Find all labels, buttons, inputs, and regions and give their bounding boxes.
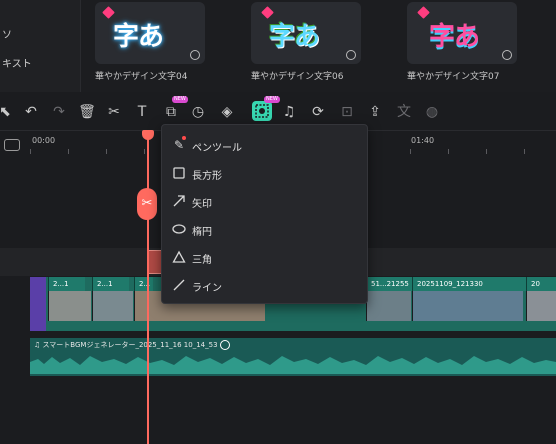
library-sidebar: ソ キスト (0, 0, 81, 92)
playhead[interactable] (147, 138, 149, 444)
sidebar-item-text[interactable]: キスト (2, 55, 32, 70)
new-badge: NEW (264, 96, 280, 103)
new-badge: NEW (172, 96, 188, 103)
shape-tool-menu: ✎ ペンツール 長方形 矢印 楕円 三角 ライン (161, 124, 368, 304)
translate-icon[interactable]: 文 (395, 103, 413, 121)
effects-library-panel: ソ キスト 字あ 華やかデザイン文字04 字あ 華やかデザイン文字06 字あ 華… (0, 0, 556, 92)
ruler-time-start: 00:00 (32, 136, 56, 145)
download-icon[interactable] (502, 50, 512, 60)
export-frame-icon[interactable]: ⇪ (366, 103, 384, 121)
menu-item-label: 三角 (192, 255, 212, 266)
clip-thumbnail (412, 291, 523, 321)
palette-icon[interactable]: ◍ (423, 103, 441, 121)
text-icon[interactable]: T (133, 103, 151, 121)
audio-clip-label: ♫ スマートBGMジェネレーター_2025_11_16 10_14_53 (34, 340, 230, 350)
menu-item-label: ライン (192, 283, 222, 294)
premium-gem-icon (417, 6, 430, 19)
clip-thumbnail (92, 291, 133, 321)
title-template-card[interactable]: 字あ (407, 2, 517, 64)
audio-waveform (30, 356, 556, 374)
pen-tool-icon: ✎ (173, 138, 185, 152)
menu-item-label: 矢印 (192, 199, 212, 210)
video-clip[interactable]: 2...1 (92, 277, 129, 291)
title-preview-art: 字あ (113, 22, 164, 52)
video-clip[interactable]: 20251109_121330 (412, 277, 527, 291)
triangle-icon (172, 250, 186, 264)
title-preview-art: 字あ (429, 22, 480, 52)
sidebar-item-partial[interactable]: ソ (2, 26, 12, 41)
speed-icon[interactable]: ◷ (189, 103, 207, 121)
clip-thumbnail (366, 291, 411, 321)
mask-icon[interactable] (252, 101, 272, 121)
video-clip[interactable]: 51...21255 (366, 277, 413, 291)
menu-item-triangle[interactable]: 三角 (162, 243, 367, 271)
select-icon[interactable]: ⬉ (0, 103, 14, 121)
clip-thumbnail (48, 291, 91, 321)
template-caption: 華やかデザイン文字07 (407, 72, 500, 82)
rectangle-icon (172, 166, 186, 180)
music-note-icon: ♫ (34, 341, 43, 349)
download-icon[interactable] (346, 50, 356, 60)
video-clip[interactable]: 20 (526, 277, 556, 291)
keyframe-icon[interactable]: ⊡ (338, 103, 356, 121)
line-icon (172, 278, 186, 292)
ai-badge-icon (219, 340, 230, 350)
audio-icon[interactable]: ♫ (280, 103, 298, 121)
menu-item-line[interactable]: ライン (162, 271, 367, 299)
delete-icon[interactable]: 🗑 (78, 103, 96, 121)
template-caption: 華やかデザイン文字04 (95, 72, 188, 82)
split-scissors-icon[interactable]: ✂ (137, 188, 157, 220)
color-icon[interactable]: ◈ (218, 103, 236, 121)
menu-item-ellipse[interactable]: 楕円 (162, 215, 367, 243)
menu-item-label: 長方形 (192, 171, 222, 182)
menu-item-label: 楕円 (192, 227, 212, 238)
audio-clip-name: スマートBGMジェネレーター_2025_11_16 10_14_53 (42, 341, 218, 349)
ruler-time-mark: 01:40 (411, 136, 435, 145)
clip-thumbnail (526, 291, 556, 321)
title-template-card[interactable]: 字あ (95, 2, 205, 64)
cut-icon[interactable]: ✂ (105, 103, 123, 121)
new-dot (182, 136, 186, 140)
clip-marker (30, 277, 46, 331)
ellipse-icon (172, 222, 186, 236)
crop-icon[interactable]: ⧉ (162, 103, 180, 121)
track-settings-icon[interactable] (4, 139, 20, 151)
ai-icon[interactable]: ⟳ (309, 103, 327, 121)
menu-item-arrow[interactable]: 矢印 (162, 187, 367, 215)
menu-item-label: ペンツール (192, 143, 242, 154)
arrow-icon (172, 194, 186, 208)
undo-icon[interactable]: ↶ (22, 103, 40, 121)
menu-item-rectangle[interactable]: 長方形 (162, 159, 367, 187)
title-preview-art: 字あ (269, 22, 320, 52)
video-clip[interactable]: 2...1 (48, 277, 85, 291)
video-clip[interactable]: 2... (134, 277, 153, 291)
download-icon[interactable] (190, 50, 200, 60)
title-template-card[interactable]: 字あ (251, 2, 361, 64)
redo-icon[interactable]: ↷ (50, 103, 68, 121)
template-caption: 華やかデザイン文字06 (251, 72, 344, 82)
menu-item-pen-tool[interactable]: ✎ ペンツール (162, 131, 367, 159)
